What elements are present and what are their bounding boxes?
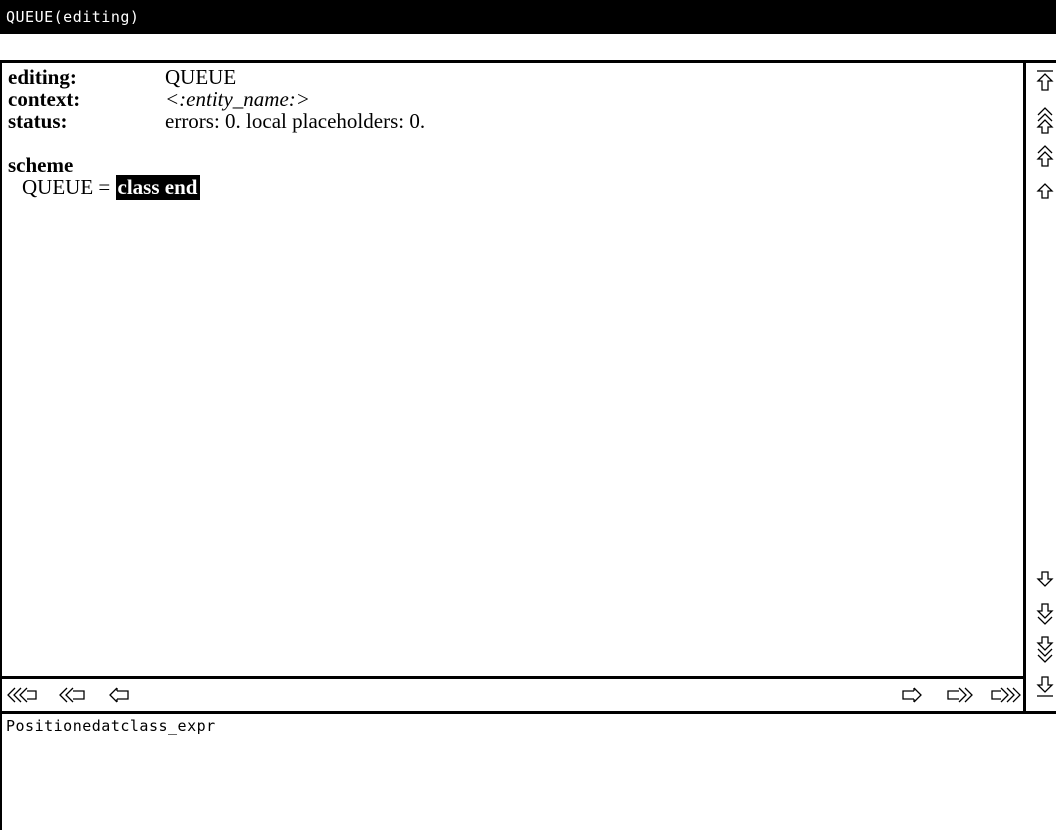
scroll-to-top-icon[interactable] [1034,69,1056,95]
status-message: Positionedatclass_expr [6,717,216,735]
page-up-double-icon[interactable] [1034,107,1056,134]
context-row: context: <:entity_name:> [8,88,1018,110]
horizontal-scrollbar[interactable] [2,679,1023,711]
context-placeholder[interactable]: <:entity_name:> [165,88,310,110]
editing-value: QUEUE [165,65,237,89]
title-spacer [0,34,1056,60]
window-title-bar: QUEUE(editing) [0,0,1056,34]
status-row: status: errors: 0. local placeholders: 0… [8,110,1018,132]
definition-prefix[interactable]: QUEUE = [22,175,110,199]
line-up-icon[interactable] [1034,181,1056,207]
selected-class-expr[interactable]: class end [115,175,201,200]
scroll-to-bottom-icon[interactable] [1034,675,1056,701]
scroll-right-icon[interactable] [899,683,923,707]
window-title: QUEUE(editing) [6,8,140,26]
structure-editor-pane[interactable]: editing: QUEUE context: <:entity_name:> … [8,66,1018,676]
left-border [0,63,2,830]
scheme-row: scheme [8,154,1018,176]
top-divider [0,60,1056,63]
status-divider [0,711,1056,714]
scroll-left-icon[interactable] [108,683,132,707]
scheme-keyword[interactable]: scheme [8,153,73,177]
page-up-icon[interactable] [1034,145,1056,171]
context-label: context: [8,87,81,111]
editing-label: editing: [8,65,77,89]
page-down-icon[interactable] [1034,601,1056,627]
scroll-page-left-icon[interactable] [58,683,94,707]
page-down-double-icon[interactable] [1034,635,1056,663]
scroll-far-left-icon[interactable] [6,683,56,707]
line-down-icon[interactable] [1034,567,1056,593]
scroll-far-right-icon[interactable] [976,683,1022,707]
status-label: status: [8,109,68,133]
scroll-page-right-icon[interactable] [938,683,974,707]
editor-scrollbar-divider [1023,63,1026,713]
vertical-scrollbar[interactable] [1030,63,1056,713]
editing-row: editing: QUEUE [8,66,1018,88]
status-value: errors: 0. local placeholders: 0. [165,109,426,133]
definition-row: QUEUE = class end [8,175,1018,200]
